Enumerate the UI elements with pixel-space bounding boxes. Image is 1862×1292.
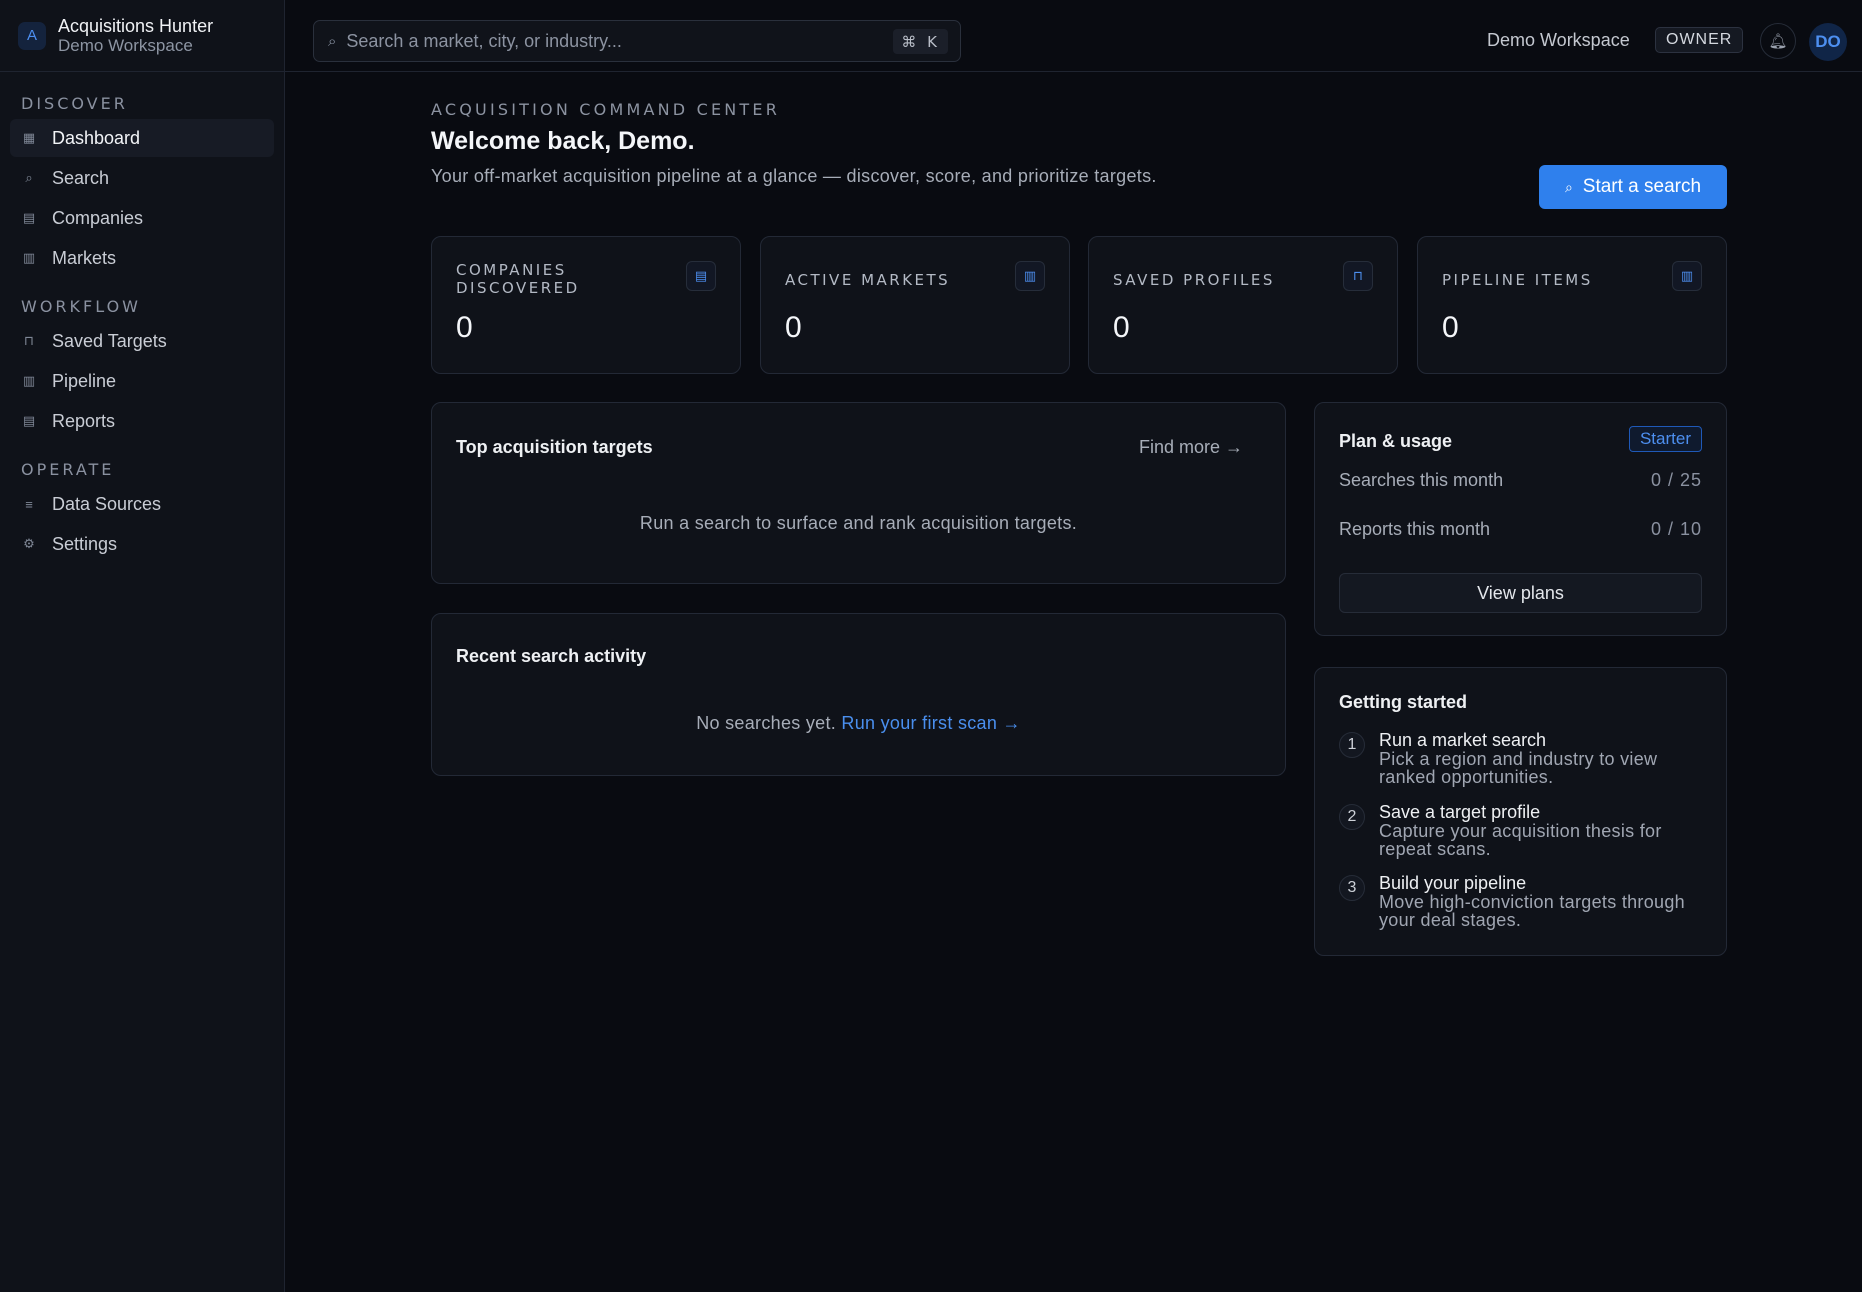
building-icon: ▤ (22, 210, 36, 225)
start-search-label: Start a search (1582, 176, 1702, 197)
sidebar-item-reports[interactable]: ▤ Reports (10, 402, 274, 440)
map-icon: ▥ (1015, 261, 1045, 291)
sidebar-item-label: Markets (52, 247, 117, 268)
sidebar-item-label: Settings (52, 533, 118, 554)
step-title: Run a market search (1379, 730, 1547, 750)
start-search-button[interactable]: ⌕ Start a search (1539, 165, 1727, 209)
brand-logo-icon: A (18, 21, 46, 50)
page-eyebrow: ACQUISITION COMMAND CENTER (431, 100, 781, 119)
stat-value: 0 (1113, 311, 1130, 344)
step-title: Save a target profile (1379, 802, 1541, 822)
bookmark-icon: ⊓ (23, 333, 35, 348)
usage-label: Searches this month (1339, 470, 1504, 490)
kanban-icon: ▥ (22, 373, 36, 388)
card-title: Top acquisition targets (456, 437, 653, 457)
sidebar-item-search[interactable]: ⌕ Search (10, 159, 274, 197)
kanban-icon: ▥ (1672, 261, 1702, 291)
recent-activity-card: Recent search activity No searches yet. … (431, 613, 1286, 776)
sidebar-item-label: Reports (52, 410, 116, 431)
top-targets-card: Top acquisition targets Find more → Run … (431, 402, 1286, 584)
search-icon: ⌕ (1564, 178, 1573, 195)
sidebar-item-markets[interactable]: ▥ Markets (10, 239, 274, 277)
stat-companies-discovered: COMPANIES DISCOVERED ▤ 0 (431, 236, 741, 374)
gear-icon: ⚙ (23, 536, 35, 551)
search-icon: ⌕ (328, 32, 337, 50)
stat-pipeline-items: PIPELINE ITEMS ▥ 0 (1417, 236, 1727, 374)
step-description: Pick a region and industry to view ranke… (1379, 749, 1658, 787)
sidebar-item-dashboard[interactable]: ▦ Dashboard (10, 119, 274, 157)
stat-label: ACTIVE MARKETS (785, 271, 951, 289)
search-icon: ⌕ (25, 170, 33, 185)
sidebar-item-data-sources[interactable]: ≡ Data Sources (10, 485, 274, 523)
usage-row-reports: Reports this month 0 / 10 (1339, 519, 1702, 540)
sidebar-item-label: Dashboard (52, 127, 141, 148)
brand-header[interactable]: A Acquisitions Hunter Demo Workspace (0, 0, 284, 72)
sidebar: A Acquisitions Hunter Demo Workspace DIS… (0, 0, 285, 1292)
sidebar-item-label: Search (52, 167, 110, 188)
app-name: Acquisitions Hunter (58, 15, 214, 36)
sidebar-item-label: Saved Targets (52, 330, 167, 351)
step-number: 2 (1339, 804, 1365, 830)
empty-state-message: No searches yet. (696, 713, 837, 733)
search-input[interactable] (346, 30, 867, 52)
usage-value: 0 / 25 (1650, 470, 1702, 490)
stat-label: COMPANIES DISCOVERED (456, 261, 580, 297)
usage-value: 0 / 10 (1650, 519, 1702, 539)
bell-icon: 🔔︎ (1768, 33, 1788, 50)
sidebar-item-settings[interactable]: ⚙ Settings (10, 525, 274, 563)
stat-label: PIPELINE ITEMS (1442, 271, 1593, 289)
plan-tier-badge: Starter (1628, 426, 1702, 452)
step-title: Build your pipeline (1379, 873, 1527, 893)
usage-label: Reports this month (1339, 519, 1491, 539)
sidebar-item-companies[interactable]: ▤ Companies (10, 199, 274, 237)
sidebar-item-label: Companies (52, 207, 144, 228)
page-title: Welcome back, Demo. (431, 127, 695, 155)
empty-state-text: No searches yet. Run your first scan → (432, 713, 1285, 734)
user-avatar[interactable]: DO (1809, 23, 1847, 61)
stat-value: 0 (785, 311, 802, 344)
workspace-switcher[interactable]: Demo Workspace (1487, 30, 1630, 51)
stat-value: 0 (456, 311, 473, 344)
card-title: Getting started (1339, 692, 1468, 712)
nav-section-discover: DISCOVER (21, 94, 128, 113)
stat-label: SAVED PROFILES (1113, 271, 1275, 289)
sidebar-item-pipeline[interactable]: ▥ Pipeline (10, 362, 274, 400)
workspace-name: Demo Workspace (58, 35, 193, 55)
view-plans-button[interactable]: View plans (1339, 573, 1702, 613)
database-icon: ≡ (25, 496, 33, 512)
getting-started-card: Getting started 1 Run a market search Pi… (1314, 667, 1727, 956)
notifications-button[interactable]: 🔔︎ (1760, 23, 1796, 59)
stats-row: COMPANIES DISCOVERED ▤ 0 ACTIVE MARKETS … (431, 236, 1727, 374)
nav-section-workflow: WORKFLOW (21, 297, 141, 316)
document-icon: ▤ (22, 413, 36, 428)
card-title: Recent search activity (456, 646, 647, 666)
stat-value: 0 (1442, 311, 1459, 344)
find-more-link[interactable]: Find more → (1139, 437, 1243, 458)
building-icon: ▤ (686, 261, 716, 291)
sidebar-item-saved-targets[interactable]: ⊓ Saved Targets (10, 322, 274, 360)
map-icon: ▥ (22, 250, 36, 265)
dashboard-icon: ▦ (22, 130, 36, 145)
page-description: Your off-market acquisition pipeline at … (431, 166, 1157, 186)
empty-state-text: Run a search to surface and rank acquisi… (639, 513, 1078, 533)
global-search[interactable]: ⌕ ⌘ K (313, 20, 961, 62)
step-number: 3 (1339, 875, 1365, 901)
nav-section-operate: OPERATE (21, 460, 115, 479)
topbar: ⌕ ⌘ K Demo Workspace OWNER 🔔︎ DO (285, 0, 1862, 72)
sidebar-item-label: Pipeline (52, 370, 117, 391)
stat-active-markets: ACTIVE MARKETS ▥ 0 (760, 236, 1070, 374)
step-description: Move high-conviction targets through you… (1379, 892, 1685, 930)
card-title: Plan & usage (1339, 431, 1453, 451)
sidebar-item-label: Data Sources (52, 493, 162, 514)
usage-row-searches: Searches this month 0 / 25 (1339, 470, 1702, 491)
keyboard-shortcut-hint: ⌘ K (893, 29, 948, 54)
step-number: 1 (1339, 732, 1365, 758)
bookmark-icon: ⊓ (1343, 261, 1373, 291)
first-scan-link[interactable]: Run your first scan → (841, 713, 1020, 733)
role-badge: OWNER (1655, 27, 1744, 53)
stat-saved-profiles: SAVED PROFILES ⊓ 0 (1088, 236, 1398, 374)
step-description: Capture your acquisition thesis for repe… (1379, 821, 1662, 859)
plan-usage-card: Plan & usage Starter Searches this month… (1314, 402, 1727, 636)
